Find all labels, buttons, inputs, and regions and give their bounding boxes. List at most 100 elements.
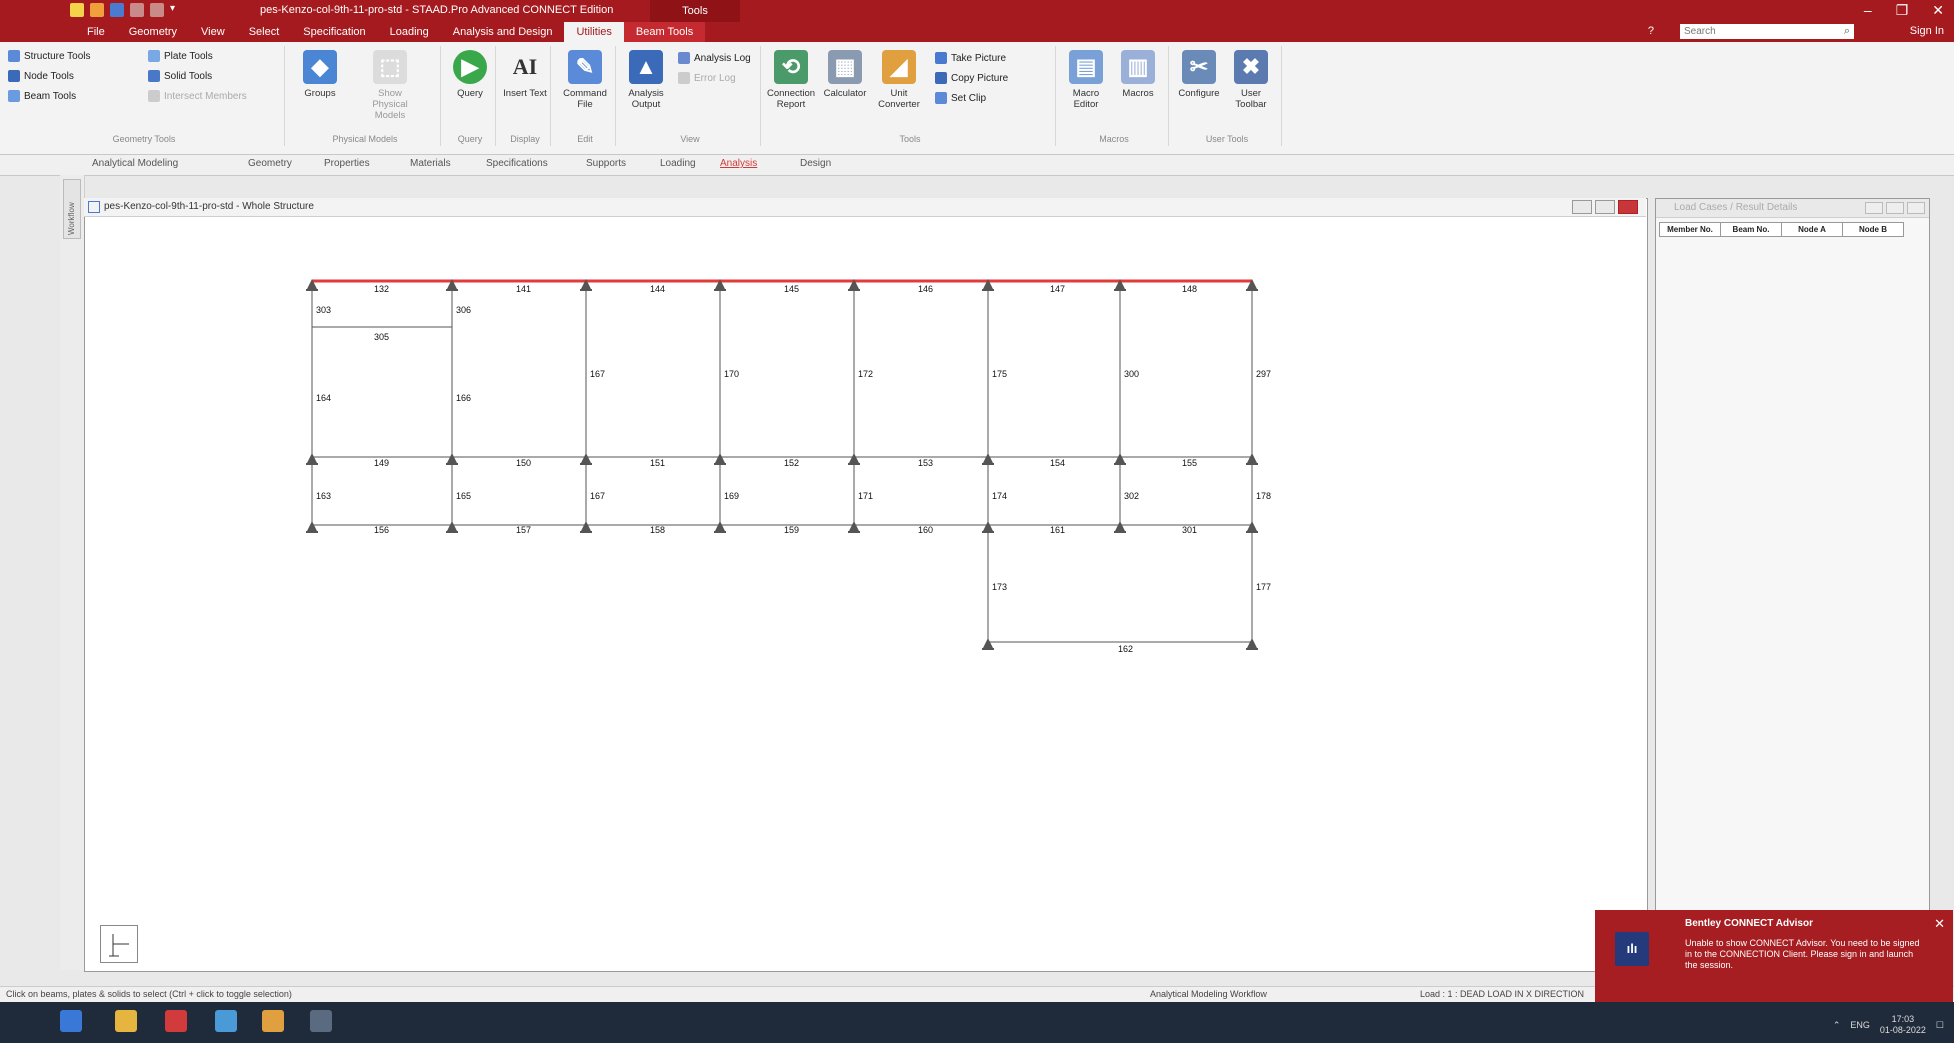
restore-button[interactable]: ❐ [1896,2,1909,19]
connect-advisor-toast[interactable]: ılı Bentley CONNECT Advisor Unable to sh… [1595,910,1953,1002]
column-header[interactable]: Beam No. [1720,222,1782,237]
support-node[interactable] [1246,638,1258,650]
node-tools-button[interactable]: Node Tools [4,66,144,86]
support-node[interactable] [848,521,860,533]
support-node[interactable] [982,521,994,533]
workflow-side-tab[interactable]: Workflow [63,179,81,239]
beam-tools-button[interactable]: Beam Tools [4,86,144,106]
new-file-icon[interactable] [70,3,84,17]
support-node[interactable] [1246,521,1258,533]
tab-loading[interactable]: Loading [378,22,441,42]
minimize-button[interactable]: – [1864,2,1872,19]
support-node[interactable] [446,453,458,465]
windows-start-icon[interactable] [60,1010,82,1032]
view-restore-button[interactable] [1595,200,1615,214]
intersect-members-button[interactable]: Intersect Members [144,86,284,106]
connection-report-button[interactable]: ⟲ Connection Report [767,48,815,110]
support-node[interactable] [1114,453,1126,465]
configure-button[interactable]: ✂ Configure [1175,48,1223,99]
tab-design[interactable]: Design [800,158,831,169]
copy-picture-icon [935,72,947,84]
tab-geometry[interactable]: Geometry [248,158,292,169]
structure-tools-button[interactable]: Structure Tools [4,46,144,66]
user-toolbar-button[interactable]: ✖ User Toolbar [1227,48,1275,110]
query-button[interactable]: ▶ Query [446,48,494,99]
tray-chevron-icon[interactable]: ⌃ [1833,1020,1841,1031]
support-node[interactable] [580,453,592,465]
support-node[interactable] [306,521,318,533]
tab-beam-tools[interactable]: Beam Tools [623,22,706,42]
chrome-icon[interactable] [215,1010,237,1032]
panel-close-button[interactable] [1907,202,1925,214]
column-header[interactable]: Member No. [1659,222,1721,237]
tab-analysis-and-design[interactable]: Analysis and Design [441,22,565,42]
support-node[interactable] [714,453,726,465]
sign-in-link[interactable]: Sign In [1910,25,1944,37]
tab-analysis[interactable]: Analysis [720,158,757,169]
solid-tools-button[interactable]: Solid Tools [144,66,284,86]
qat-dropdown-icon[interactable]: ▾ [170,3,184,17]
set-clip-button[interactable]: Set Clip [931,88,1055,108]
undo-icon[interactable] [130,3,144,17]
column-header[interactable]: Node A [1781,222,1843,237]
error-log-button[interactable]: Error Log [674,68,760,88]
insert-text-button[interactable]: AI Insert Text [501,48,549,99]
support-node[interactable] [848,453,860,465]
panel-pin-button[interactable] [1865,202,1883,214]
macro-editor-button[interactable]: ▤ Macro Editor [1062,48,1110,110]
support-node[interactable] [1114,521,1126,533]
copy-picture-button[interactable]: Copy Picture [931,68,1055,88]
tray-language[interactable]: ENG [1850,1020,1870,1030]
redo-icon[interactable] [150,3,164,17]
support-node[interactable] [714,521,726,533]
help-icon[interactable]: ? [1648,25,1654,37]
column-header[interactable]: Node B [1842,222,1904,237]
save-icon[interactable] [110,3,124,17]
tab-view[interactable]: View [189,22,237,42]
structure-model-canvas[interactable]: 132 141 144 145 146 147 148 303 306 305 … [84,217,1644,969]
search-icon[interactable]: ⌕ [1844,25,1850,38]
analysis-output-icon: ▲ [629,50,663,84]
panel-restore-button[interactable] [1886,202,1904,214]
command-file-button[interactable]: ✎ Command File [561,48,609,110]
tab-supports[interactable]: Supports [586,158,626,169]
calculator-button[interactable]: ▦ Calculator [821,48,869,99]
tab-specification[interactable]: Specification [291,22,377,42]
tab-select[interactable]: Select [237,22,292,42]
open-file-icon[interactable] [90,3,104,17]
support-node[interactable] [580,521,592,533]
tab-geometry[interactable]: Geometry [117,22,189,42]
tab-file[interactable]: File [75,22,117,42]
tab-properties[interactable]: Properties [324,158,370,169]
toast-close-button[interactable]: ✕ [1934,916,1945,932]
view-minimize-button[interactable] [1572,200,1592,214]
tab-analytical-modeling[interactable]: Analytical Modeling [92,158,178,169]
file-explorer-icon[interactable] [115,1010,137,1032]
analysis-log-icon [678,52,690,64]
support-node[interactable] [446,521,458,533]
app-taskbar-icon-2[interactable] [310,1010,332,1032]
take-picture-button[interactable]: Take Picture [931,48,1055,68]
groups-button[interactable]: ◆ Groups [296,48,344,99]
app-taskbar-icon[interactable] [262,1010,284,1032]
analysis-log-button[interactable]: Analysis Log [674,48,760,68]
macros-button[interactable]: ▥ Macros [1114,48,1162,99]
close-button[interactable]: ✕ [1932,2,1944,19]
plate-tools-button[interactable]: Plate Tools [144,46,284,66]
unit-converter-button[interactable]: ◢ Unit Converter [875,48,923,110]
tray-clock[interactable]: 17:03 01-08-2022 [1880,1014,1926,1036]
staad-taskbar-icon[interactable] [165,1010,187,1032]
notification-center-icon[interactable]: ☐ [1936,1020,1944,1031]
view-close-button[interactable] [1618,200,1638,214]
tab-utilities[interactable]: Utilities [564,22,624,42]
support-node[interactable] [306,453,318,465]
tab-specifications[interactable]: Specifications [486,158,548,169]
analysis-output-button[interactable]: ▲ Analysis Output [622,48,670,110]
support-node[interactable] [982,453,994,465]
support-node[interactable] [982,638,994,650]
tab-loading[interactable]: Loading [660,158,696,169]
support-node[interactable] [1246,453,1258,465]
search-input[interactable]: Search [1680,24,1854,39]
show-physical-models-button[interactable]: ⬚ Show Physical Models [366,48,414,121]
tab-materials[interactable]: Materials [410,158,451,169]
